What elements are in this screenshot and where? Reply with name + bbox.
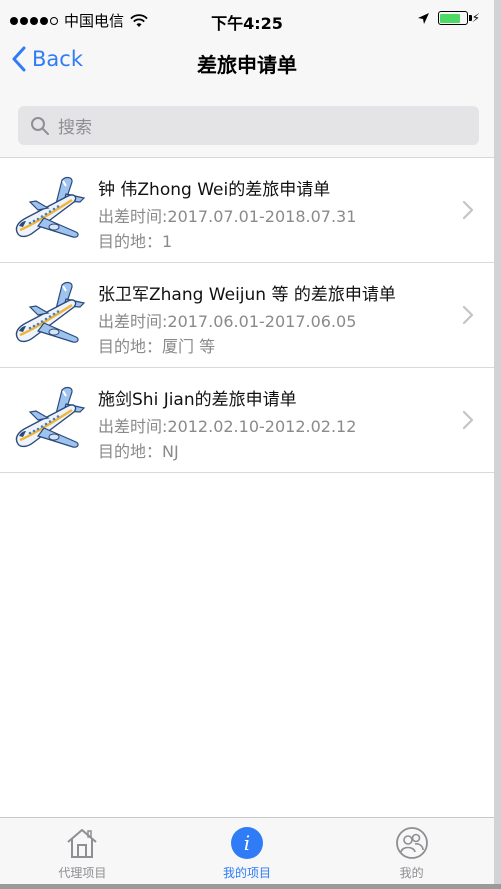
info-icon: i [230, 826, 264, 860]
location-arrow-icon [417, 12, 429, 24]
application-time: 出差时间:2017.06.01-2017.06.05 [98, 312, 357, 331]
battery-level [440, 13, 461, 23]
application-time: 出差时间:2017.07.01-2018.07.31 [98, 207, 357, 226]
status-bar: 中国电信 下午4:25 ⚡ [0, 0, 494, 40]
airplane-icon [15, 176, 86, 238]
battery-icon [437, 11, 472, 25]
screenshot-edge [0, 884, 501, 889]
navigation-bar: Back 差旅申请单 [0, 40, 494, 86]
search-placeholder: 搜索 [58, 118, 92, 138]
charging-icon: ⚡ [471, 11, 480, 25]
application-row[interactable]: 钟 伟Zhong Wei的差旅申请单 出差时间:2017.07.01-2018.… [0, 158, 494, 263]
application-destination: 目的地：厦门 等 [98, 337, 216, 356]
page-title: 差旅申请单 [197, 53, 297, 77]
info-circle: i [231, 827, 263, 859]
tab-agent-projects[interactable]: 代理项目 [0, 818, 165, 884]
chevron-right-icon [462, 305, 474, 325]
status-right: ⚡ [417, 11, 480, 25]
application-row[interactable]: 施剑Shi Jian的差旅申请单 出差时间:2012.02.10-2012.02… [0, 368, 494, 473]
application-destination: 目的地：NJ [98, 442, 179, 461]
home-icon [67, 829, 97, 858]
tab-label: 我的 [399, 866, 424, 880]
search-icon [31, 116, 49, 135]
people-icon [395, 827, 428, 859]
chevron-right-icon [462, 410, 474, 430]
screenshot-edge [494, 0, 501, 889]
battery-tip [468, 15, 472, 21]
application-time: 出差时间:2012.02.10-2012.02.12 [98, 417, 357, 436]
airplane-icon [15, 281, 86, 343]
tab-bar: 代理项目 i 我的项目 我的 [0, 817, 494, 884]
airplane-icon [15, 386, 86, 448]
application-title: 张卫军Zhang Weijun 等 的差旅申请单 [98, 285, 396, 305]
tab-my-projects[interactable]: i 我的项目 [165, 818, 330, 884]
application-destination: 目的地：1 [98, 232, 173, 251]
tab-label: 代理项目 [58, 866, 107, 880]
search-input[interactable]: 搜索 [18, 106, 479, 145]
search-area: 搜索 [0, 86, 494, 158]
chevron-right-icon [462, 200, 474, 220]
application-row[interactable]: 张卫军Zhang Weijun 等 的差旅申请单 出差时间:2017.06.01… [0, 263, 494, 368]
application-list: 钟 伟Zhong Wei的差旅申请单 出差时间:2017.07.01-2018.… [0, 158, 494, 473]
tab-me[interactable]: 我的 [329, 818, 494, 884]
tab-label: 我的项目 [223, 866, 272, 880]
app-screen: 中国电信 下午4:25 ⚡ Back 差旅申请单 搜索 钟 伟Zhong Wei… [0, 0, 494, 884]
application-title: 钟 伟Zhong Wei的差旅申请单 [98, 180, 331, 200]
application-title: 施剑Shi Jian的差旅申请单 [98, 390, 297, 410]
